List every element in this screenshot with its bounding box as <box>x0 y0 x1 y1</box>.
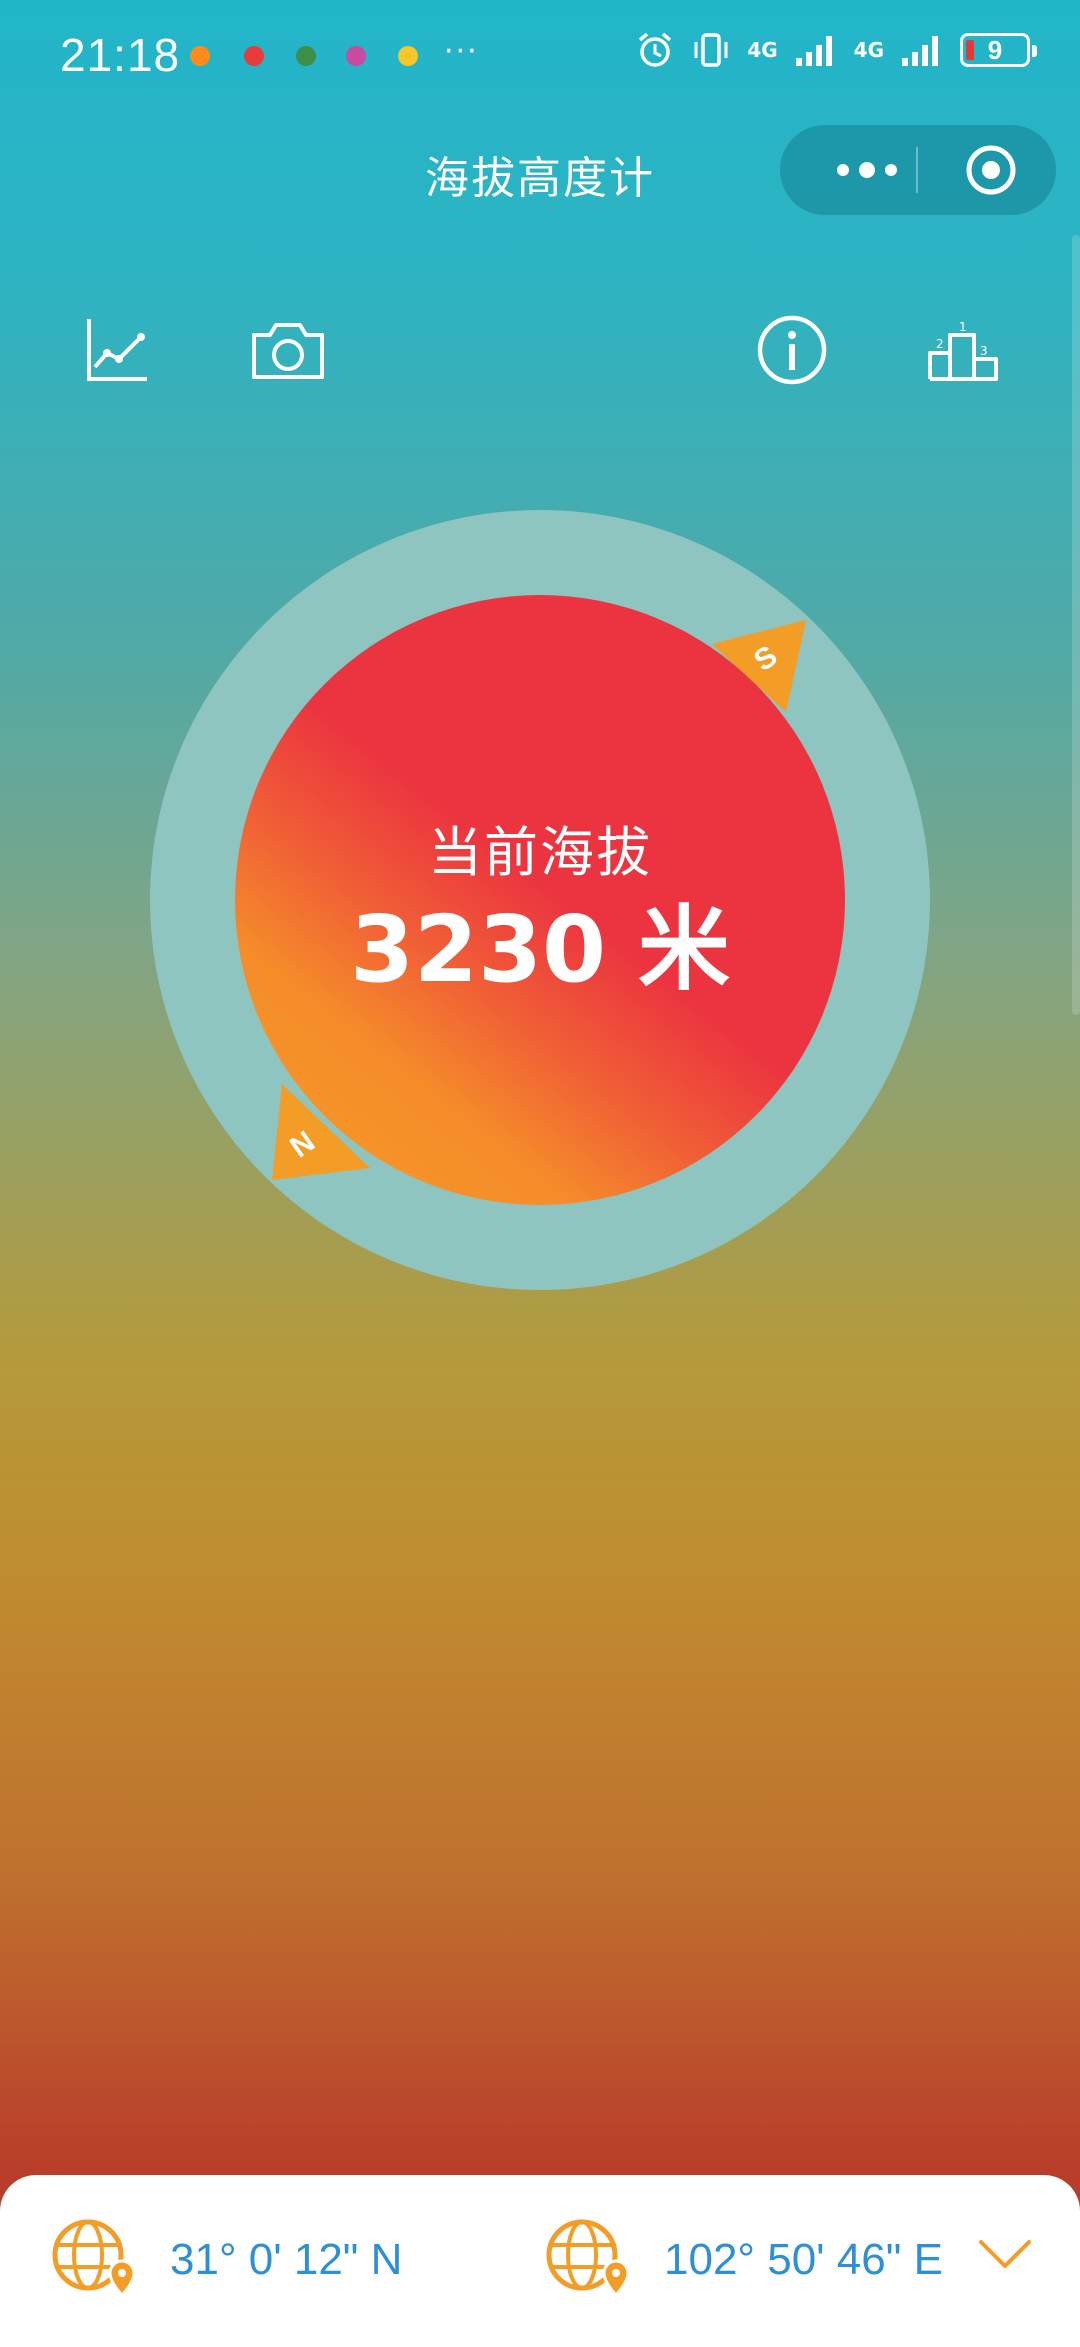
app-notification-icon <box>244 46 264 66</box>
signal-icon <box>795 36 832 66</box>
longitude-item: 102° 50' 46" E <box>544 2215 943 2305</box>
weibo-notification-icon <box>190 46 210 66</box>
svg-text:2: 2 <box>936 337 944 351</box>
north-marker: N <box>272 1078 372 1192</box>
svg-text:1: 1 <box>959 320 967 334</box>
svg-text:3: 3 <box>980 344 988 358</box>
altitude-value: 3230 米 <box>349 896 731 1003</box>
camera-button[interactable] <box>248 310 328 390</box>
game-notification-icon <box>346 46 366 66</box>
expand-button[interactable] <box>975 2234 1035 2278</box>
status-time: 21:18 <box>60 29 181 81</box>
signal-icon-2 <box>902 36 938 66</box>
battery-icon: 9 <box>960 33 1037 67</box>
longitude-value: 102° 50' 46" E <box>664 2235 943 2284</box>
ranking-button[interactable]: 1 2 3 <box>924 310 1004 390</box>
globe-location-icon <box>52 2219 134 2298</box>
mini-program-capsule <box>780 125 1056 215</box>
close-program-button[interactable] <box>946 125 1036 215</box>
history-chart-button[interactable] <box>76 310 156 390</box>
capsule-divider <box>916 147 918 193</box>
latitude-value: 31° 0' 12" N <box>170 2235 403 2284</box>
chart-icon <box>87 319 147 381</box>
latitude-item: 31° 0' 12" N <box>50 2215 402 2305</box>
chat-notification-icon <box>296 46 316 66</box>
chevron-down-icon <box>979 2240 1031 2268</box>
globe-location-icon <box>546 2219 628 2298</box>
ranking-icon: 1 2 3 <box>928 320 998 381</box>
status-indicators: 4G 4G 9 <box>635 30 1037 70</box>
target-icon <box>966 145 1016 195</box>
south-marker: S <box>708 612 808 716</box>
info-icon <box>757 315 827 385</box>
vibrate-icon <box>694 33 728 67</box>
battery-level: 9 <box>987 34 1003 65</box>
network-type-2: 4G <box>853 38 884 62</box>
network-type-1: 4G <box>747 38 778 62</box>
status-bar: 21:18 ··· 4G 4G 9 <box>0 0 1080 110</box>
more-notifications-icon: ··· <box>444 34 479 69</box>
alarm-icon <box>639 32 672 67</box>
info-button[interactable] <box>752 310 832 390</box>
camera-icon <box>252 323 324 379</box>
more-menu-button[interactable] <box>812 125 922 215</box>
emoji-notification-icon <box>398 46 418 66</box>
